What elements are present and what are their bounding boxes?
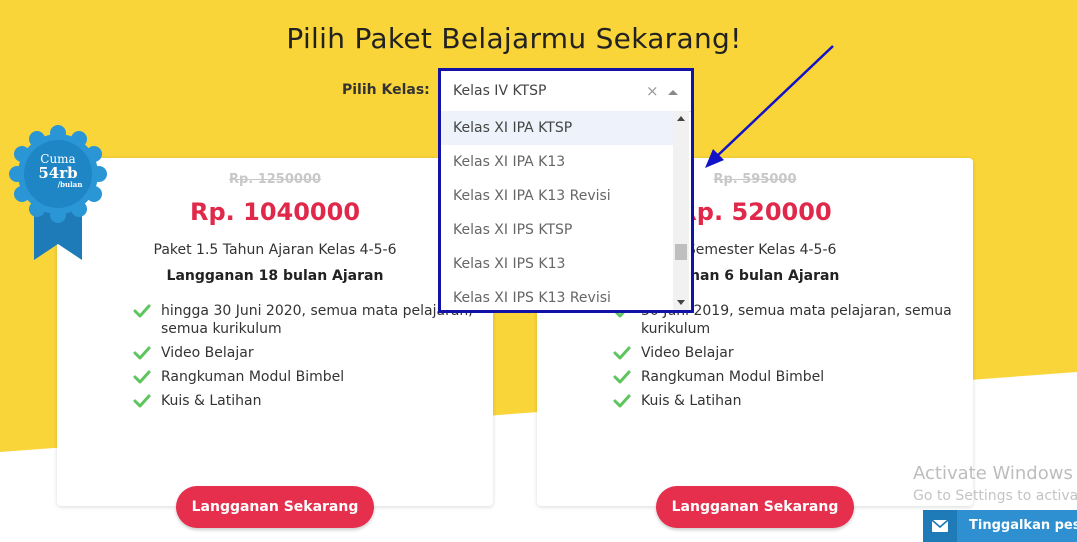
feature-item: Kuis & Latihan	[613, 392, 953, 410]
plan-card-18-bulan: Rp. 1250000 Rp. 1040000 Paket 1.5 Tahun …	[57, 158, 493, 528]
feature-text: Video Belajar	[641, 345, 734, 361]
windows-activation-title: Activate Windows	[913, 463, 1073, 484]
feature-item: Rangkuman Modul Bimbel	[133, 368, 473, 386]
feature-text: Kuis & Latihan	[641, 393, 742, 409]
kelas-option[interactable]: Kelas XI IPA K13 Revisi	[441, 179, 673, 213]
check-icon	[613, 394, 631, 408]
kelas-option[interactable]: Kelas XI IPA K13	[441, 145, 673, 179]
kelas-option[interactable]: Kelas XI IPS K13 Revisi	[441, 281, 673, 310]
feature-item: Kuis & Latihan	[133, 392, 473, 410]
kelas-select[interactable]: Kelas IV KTSP × Kelas XI IPA KTSP Kelas …	[438, 68, 694, 313]
feature-list: 30 Juni 2019, semua mata pelajaran, semu…	[613, 302, 953, 416]
feature-text: hingga 30 Juni 2020, semua mata pelajara…	[161, 303, 473, 337]
kelas-option[interactable]: Kelas XI IPS KTSP	[441, 213, 673, 247]
caret-up-icon[interactable]	[668, 90, 678, 95]
kelas-options-list: Kelas XI IPA KTSP Kelas XI IPA K13 Kelas…	[441, 111, 673, 310]
check-icon	[133, 346, 151, 360]
chat-widget-label: Tinggalkan pesa	[969, 518, 1077, 533]
new-price: Rp. 1040000	[189, 198, 361, 226]
kelas-option[interactable]: Kelas XI IPA KTSP	[441, 111, 673, 145]
subscribe-button[interactable]: Langganan Sekarang	[176, 486, 374, 528]
badge-line-2: 54rb	[38, 164, 78, 182]
check-icon	[133, 370, 151, 384]
scrollbar-thumb[interactable]	[675, 244, 687, 260]
chat-widget[interactable]: Tinggalkan pesa	[923, 510, 1077, 542]
feature-text: Rangkuman Modul Bimbel	[161, 369, 345, 385]
check-icon	[133, 304, 151, 318]
kelas-option[interactable]: Kelas XI IPS K13	[441, 247, 673, 281]
check-icon	[613, 346, 631, 360]
plan-subscription: Langganan 18 bulan Ajaran	[166, 268, 384, 284]
kelas-select-current[interactable]: Kelas IV KTSP ×	[441, 71, 691, 112]
options-scrollbar[interactable]	[673, 111, 689, 310]
check-icon	[133, 394, 151, 408]
feature-text: Rangkuman Modul Bimbel	[641, 369, 825, 385]
check-icon	[613, 370, 631, 384]
feature-text: Video Belajar	[161, 345, 254, 361]
subscribe-button[interactable]: Langganan Sekarang	[656, 486, 854, 528]
feature-item: Video Belajar	[133, 344, 473, 362]
feature-list: hingga 30 Juni 2020, semua mata pelajara…	[133, 302, 473, 416]
feature-item: Rangkuman Modul Bimbel	[613, 368, 953, 386]
badge-line-3: /bulan	[57, 180, 83, 189]
feature-text: Kuis & Latihan	[161, 393, 262, 409]
kelas-selected-value: Kelas IV KTSP	[453, 83, 547, 99]
old-price: Rp. 1250000	[228, 172, 322, 187]
feature-item: Video Belajar	[613, 344, 953, 362]
windows-activation-hint: Go to Settings to activate	[913, 488, 1077, 504]
promo-badge: Cuma 54rb /bulan	[8, 124, 108, 264]
clear-icon[interactable]: ×	[646, 82, 659, 100]
page-title: Pilih Paket Belajarmu Sekarang!	[286, 22, 742, 55]
badge-text: Cuma 54rb /bulan	[26, 152, 90, 189]
badge-ribbon-icon	[9, 125, 107, 260]
kelas-label: Pilih Kelas:	[342, 82, 430, 98]
plan-description: Paket 1.5 Tahun Ajaran Kelas 4-5-6	[153, 242, 397, 258]
mail-icon	[923, 510, 957, 542]
scroll-up-icon[interactable]	[677, 116, 685, 121]
feature-item: hingga 30 Juni 2020, semua mata pelajara…	[133, 302, 473, 338]
scroll-down-icon[interactable]	[677, 300, 685, 305]
